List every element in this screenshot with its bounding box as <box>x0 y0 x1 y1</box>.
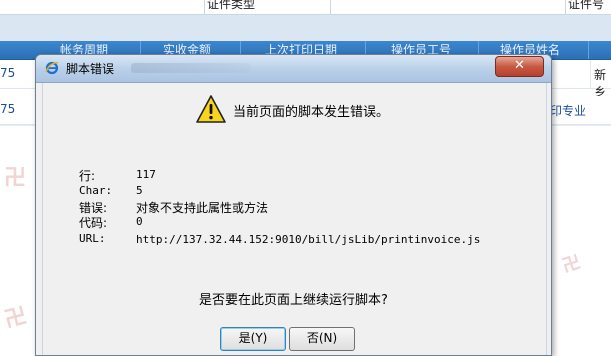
id-number-label: 证件号 <box>568 0 605 11</box>
line-label: 行: <box>79 169 96 183</box>
form-header-row: 证件类型 证件号 <box>0 0 611 15</box>
char-label: Char: <box>79 184 113 197</box>
column-divider <box>204 0 205 14</box>
url-label: URL: <box>79 232 106 245</box>
no-button[interactable]: 否(N) <box>289 327 355 351</box>
line-value: 117 <box>136 168 156 181</box>
grid-header-divider <box>588 41 589 59</box>
error-headline: 当前页面的脚本发生错误。 <box>233 105 390 120</box>
id-type-label: 证件类型 <box>207 0 256 11</box>
table-cell: 75 <box>0 102 16 116</box>
dialog-titlebar[interactable]: 脚本错误 ✕ <box>36 55 551 83</box>
yes-button[interactable]: 是(Y) <box>220 327 286 351</box>
error-value: 对象不支持此属性或方法 <box>136 201 269 215</box>
warning-icon <box>196 95 226 123</box>
table-cell: 新乡 <box>594 68 607 99</box>
char-value: 5 <box>136 184 143 197</box>
ie-logo-icon <box>45 61 59 75</box>
blurred-title-text <box>131 63 251 73</box>
dialog-title: 脚本错误 <box>66 62 115 76</box>
column-divider <box>330 0 331 14</box>
script-error-dialog: 脚本错误 ✕ 当前页面的脚本发生错误。 行: 117 Char: 5 错误: 对… <box>35 54 552 356</box>
watermark-logo: 卍 <box>559 251 584 278</box>
dialog-content: 当前页面的脚本发生错误。 行: 117 Char: 5 错误: 对象不支持此属性… <box>42 83 547 355</box>
table-cell: 75 <box>0 66 16 80</box>
watermark-logo: 卍 <box>1 303 30 334</box>
url-value: http://137.32.44.152:9010/bill/jsLib/pri… <box>136 233 481 246</box>
code-value: 0 <box>136 215 143 228</box>
table-cell: 印专业 <box>550 104 587 118</box>
code-label: 代码: <box>79 216 108 230</box>
toolbar-band <box>0 15 611 41</box>
column-divider <box>565 0 566 14</box>
continue-question: 是否要在此页面上继续运行脚本? <box>199 293 388 308</box>
close-button[interactable]: ✕ <box>495 56 544 77</box>
watermark-logo: 卍 <box>4 166 27 191</box>
column-divider <box>590 60 591 88</box>
